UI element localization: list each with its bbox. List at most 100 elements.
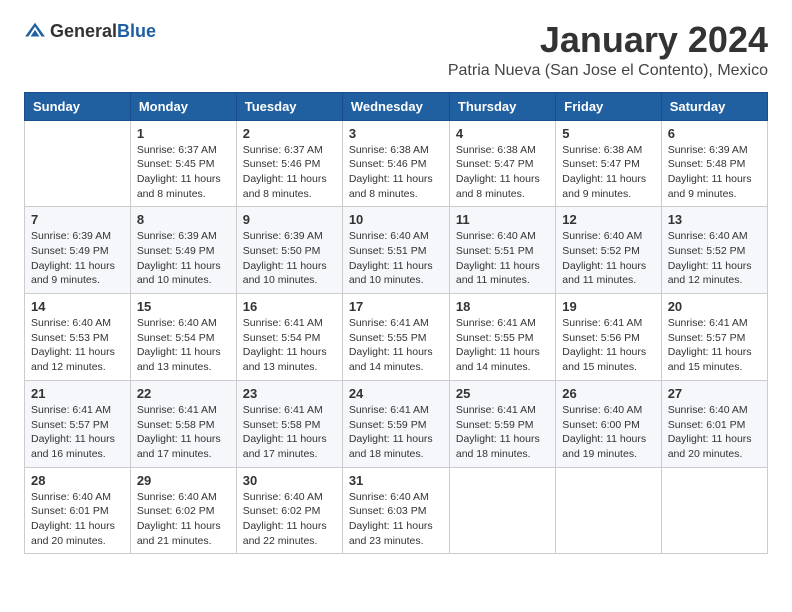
day-info: Sunrise: 6:37 AMSunset: 5:46 PMDaylight:… — [243, 143, 336, 202]
logo: GeneralBlue — [24, 20, 156, 42]
calendar-week-row: 14 Sunrise: 6:40 AMSunset: 5:53 PMDayligh… — [25, 294, 768, 381]
day-number: 17 — [349, 299, 443, 314]
day-info: Sunrise: 6:40 AMSunset: 5:51 PMDaylight:… — [456, 229, 549, 288]
calendar-cell: 17 Sunrise: 6:41 AMSunset: 5:55 PMDayligh… — [342, 294, 449, 381]
day-info: Sunrise: 6:40 AMSunset: 5:51 PMDaylight:… — [349, 229, 443, 288]
day-info: Sunrise: 6:39 AMSunset: 5:50 PMDaylight:… — [243, 229, 336, 288]
calendar-cell: 13Sunrise: 6:40 AMSunset: 5:52 PMDayligh… — [661, 207, 767, 294]
calendar-cell — [449, 467, 555, 554]
day-info: Sunrise: 6:40 AMSunset: 6:01 PMDaylight:… — [668, 403, 761, 462]
calendar-cell: 3 Sunrise: 6:38 AMSunset: 5:46 PMDaylight… — [342, 120, 449, 207]
calendar-cell: 25 Sunrise: 6:41 AMSunset: 5:59 PMDayligh… — [449, 380, 555, 467]
day-header-friday: Friday — [556, 92, 661, 120]
logo-icon — [24, 20, 46, 42]
calendar-cell: 29Sunrise: 6:40 AMSunset: 6:02 PMDayligh… — [130, 467, 236, 554]
calendar-cell: 12 Sunrise: 6:40 AMSunset: 5:52 PMDayligh… — [556, 207, 661, 294]
day-info: Sunrise: 6:41 AMSunset: 5:55 PMDaylight:… — [349, 316, 443, 375]
day-info: Sunrise: 6:41 AMSunset: 5:57 PMDaylight:… — [668, 316, 761, 375]
day-info: Sunrise: 6:41 AMSunset: 5:55 PMDaylight:… — [456, 316, 549, 375]
day-number: 27 — [668, 386, 761, 401]
day-info: Sunrise: 6:38 AMSunset: 5:46 PMDaylight:… — [349, 143, 443, 202]
calendar-cell: 8 Sunrise: 6:39 AMSunset: 5:49 PMDaylight… — [130, 207, 236, 294]
day-info: Sunrise: 6:41 AMSunset: 5:59 PMDaylight:… — [349, 403, 443, 462]
day-number: 19 — [562, 299, 654, 314]
day-info: Sunrise: 6:41 AMSunset: 5:58 PMDaylight:… — [243, 403, 336, 462]
day-number: 3 — [349, 126, 443, 141]
subtitle: Patria Nueva (San Jose el Contento), Mex… — [448, 62, 768, 80]
day-number: 25 — [456, 386, 549, 401]
day-number: 13 — [668, 212, 761, 227]
day-info: Sunrise: 6:39 AMSunset: 5:49 PMDaylight:… — [137, 229, 230, 288]
month-title: January 2024 — [448, 20, 768, 60]
day-header-tuesday: Tuesday — [236, 92, 342, 120]
calendar-header-row: SundayMondayTuesdayWednesdayThursdayFrid… — [25, 92, 768, 120]
day-number: 21 — [31, 386, 124, 401]
day-number: 9 — [243, 212, 336, 227]
calendar-cell: 24 Sunrise: 6:41 AMSunset: 5:59 PMDayligh… — [342, 380, 449, 467]
day-info: Sunrise: 6:40 AMSunset: 5:53 PMDaylight:… — [31, 316, 124, 375]
title-area: January 2024 Patria Nueva (San Jose el C… — [448, 20, 768, 80]
calendar-cell: 16 Sunrise: 6:41 AMSunset: 5:54 PMDayligh… — [236, 294, 342, 381]
calendar-cell: 14 Sunrise: 6:40 AMSunset: 5:53 PMDayligh… — [25, 294, 131, 381]
day-info: Sunrise: 6:40 AMSunset: 6:02 PMDaylight:… — [137, 490, 230, 549]
calendar-cell: 7Sunrise: 6:39 AMSunset: 5:49 PMDaylight… — [25, 207, 131, 294]
calendar-cell: 31Sunrise: 6:40 AMSunset: 6:03 PMDayligh… — [342, 467, 449, 554]
calendar-cell: 6Sunrise: 6:39 AMSunset: 5:48 PMDaylight… — [661, 120, 767, 207]
logo-text-blue: Blue — [117, 21, 156, 41]
day-number: 26 — [562, 386, 654, 401]
day-info: Sunrise: 6:41 AMSunset: 5:58 PMDaylight:… — [137, 403, 230, 462]
day-header-saturday: Saturday — [661, 92, 767, 120]
calendar-table: SundayMondayTuesdayWednesdayThursdayFrid… — [24, 92, 768, 555]
day-number: 24 — [349, 386, 443, 401]
day-number: 18 — [456, 299, 549, 314]
day-number: 30 — [243, 473, 336, 488]
calendar-cell: 15 Sunrise: 6:40 AMSunset: 5:54 PMDayligh… — [130, 294, 236, 381]
calendar-cell: 18 Sunrise: 6:41 AMSunset: 5:55 PMDayligh… — [449, 294, 555, 381]
day-info: Sunrise: 6:40 AMSunset: 5:52 PMDaylight:… — [562, 229, 654, 288]
day-number: 7 — [31, 212, 124, 227]
header-area: GeneralBlue January 2024 Patria Nueva (S… — [24, 20, 768, 80]
day-info: Sunrise: 6:41 AMSunset: 5:59 PMDaylight:… — [456, 403, 549, 462]
day-info: Sunrise: 6:37 AMSunset: 5:45 PMDaylight:… — [137, 143, 230, 202]
day-number: 5 — [562, 126, 654, 141]
day-number: 28 — [31, 473, 124, 488]
day-number: 14 — [31, 299, 124, 314]
calendar-cell: 23Sunrise: 6:41 AMSunset: 5:58 PMDayligh… — [236, 380, 342, 467]
calendar-cell: 22Sunrise: 6:41 AMSunset: 5:58 PMDayligh… — [130, 380, 236, 467]
calendar-week-row: 21 Sunrise: 6:41 AMSunset: 5:57 PMDayligh… — [25, 380, 768, 467]
day-number: 1 — [137, 126, 230, 141]
day-info: Sunrise: 6:40 AMSunset: 6:01 PMDaylight:… — [31, 490, 124, 549]
calendar-cell: 27 Sunrise: 6:40 AMSunset: 6:01 PMDayligh… — [661, 380, 767, 467]
day-info: Sunrise: 6:39 AMSunset: 5:48 PMDaylight:… — [668, 143, 761, 202]
logo-text-general: General — [50, 21, 117, 41]
calendar-cell: 30 Sunrise: 6:40 AMSunset: 6:02 PMDayligh… — [236, 467, 342, 554]
day-number: 4 — [456, 126, 549, 141]
day-info: Sunrise: 6:40 AMSunset: 5:54 PMDaylight:… — [137, 316, 230, 375]
calendar-cell: 5Sunrise: 6:38 AMSunset: 5:47 PMDaylight… — [556, 120, 661, 207]
day-info: Sunrise: 6:41 AMSunset: 5:57 PMDaylight:… — [31, 403, 124, 462]
day-info: Sunrise: 6:41 AMSunset: 5:54 PMDaylight:… — [243, 316, 336, 375]
day-info: Sunrise: 6:40 AMSunset: 6:02 PMDaylight:… — [243, 490, 336, 549]
day-number: 11 — [456, 212, 549, 227]
day-number: 2 — [243, 126, 336, 141]
calendar-cell — [556, 467, 661, 554]
day-number: 20 — [668, 299, 761, 314]
calendar-cell — [661, 467, 767, 554]
day-number: 16 — [243, 299, 336, 314]
calendar-cell: 1 Sunrise: 6:37 AMSunset: 5:45 PMDaylight… — [130, 120, 236, 207]
calendar-week-row: 7 Sunrise: 6:39 AMSunset: 5:49 PMDaylight… — [25, 207, 768, 294]
day-number: 8 — [137, 212, 230, 227]
day-info: Sunrise: 6:41 AMSunset: 5:56 PMDaylight:… — [562, 316, 654, 375]
day-info: Sunrise: 6:40 AMSunset: 6:00 PMDaylight:… — [562, 403, 654, 462]
calendar-cell: 2 Sunrise: 6:37 AMSunset: 5:46 PMDaylight… — [236, 120, 342, 207]
calendar-cell: 26 Sunrise: 6:40 AMSunset: 6:00 PMDayligh… — [556, 380, 661, 467]
day-header-thursday: Thursday — [449, 92, 555, 120]
day-header-monday: Monday — [130, 92, 236, 120]
day-number: 15 — [137, 299, 230, 314]
day-number: 12 — [562, 212, 654, 227]
day-header-wednesday: Wednesday — [342, 92, 449, 120]
day-number: 10 — [349, 212, 443, 227]
calendar-cell: 11 Sunrise: 6:40 AMSunset: 5:51 PMDayligh… — [449, 207, 555, 294]
day-header-sunday: Sunday — [25, 92, 131, 120]
calendar-cell: 4Sunrise: 6:38 AMSunset: 5:47 PMDaylight… — [449, 120, 555, 207]
